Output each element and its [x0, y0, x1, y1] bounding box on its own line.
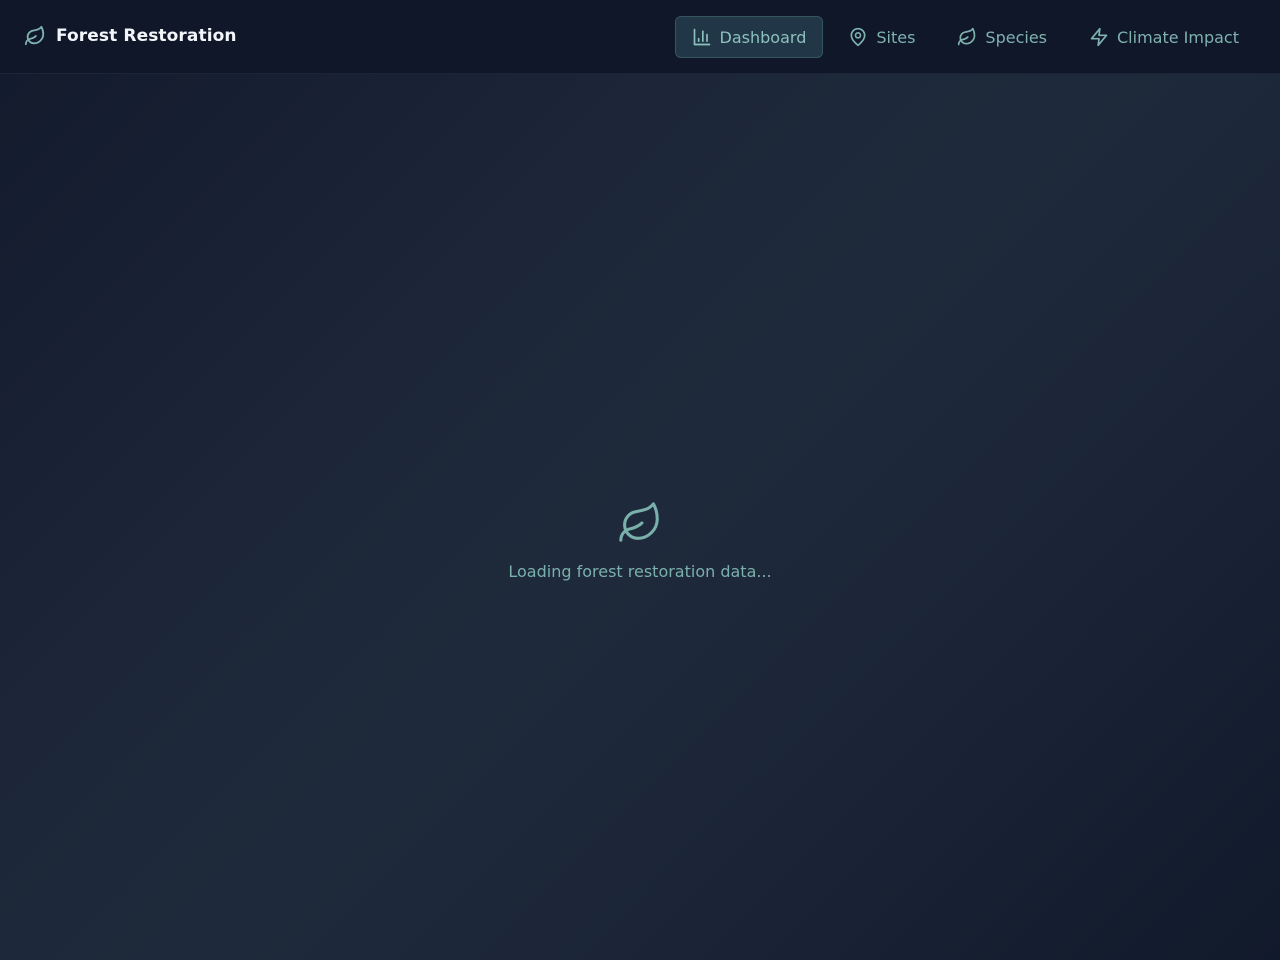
nav-item-species[interactable]: Species [940, 16, 1064, 58]
nav-label: Sites [876, 27, 916, 47]
bar-chart-icon [692, 27, 712, 47]
nav-item-climate-impact[interactable]: Climate Impact [1072, 16, 1256, 58]
loading-indicator: Loading forest restoration data... [0, 500, 1280, 581]
nav-label: Climate Impact [1117, 27, 1239, 47]
leaf-icon [24, 25, 46, 47]
nav-label: Species [985, 27, 1047, 47]
nav-item-sites[interactable]: Sites [831, 16, 932, 58]
loading-message: Loading forest restoration data... [508, 562, 772, 581]
brand[interactable]: Forest Restoration [24, 25, 237, 47]
leaf-icon [617, 500, 663, 546]
top-navigation-bar: Forest Restoration Dashboard Sites Speci… [0, 0, 1280, 74]
nav-label: Dashboard [719, 27, 807, 47]
map-pin-icon [848, 27, 868, 47]
leaf-icon [957, 27, 977, 47]
app-title: Forest Restoration [56, 26, 237, 46]
lightning-icon [1089, 27, 1109, 47]
main-nav: Dashboard Sites Species Climate Impact [667, 16, 1256, 58]
nav-item-dashboard[interactable]: Dashboard [674, 16, 824, 58]
